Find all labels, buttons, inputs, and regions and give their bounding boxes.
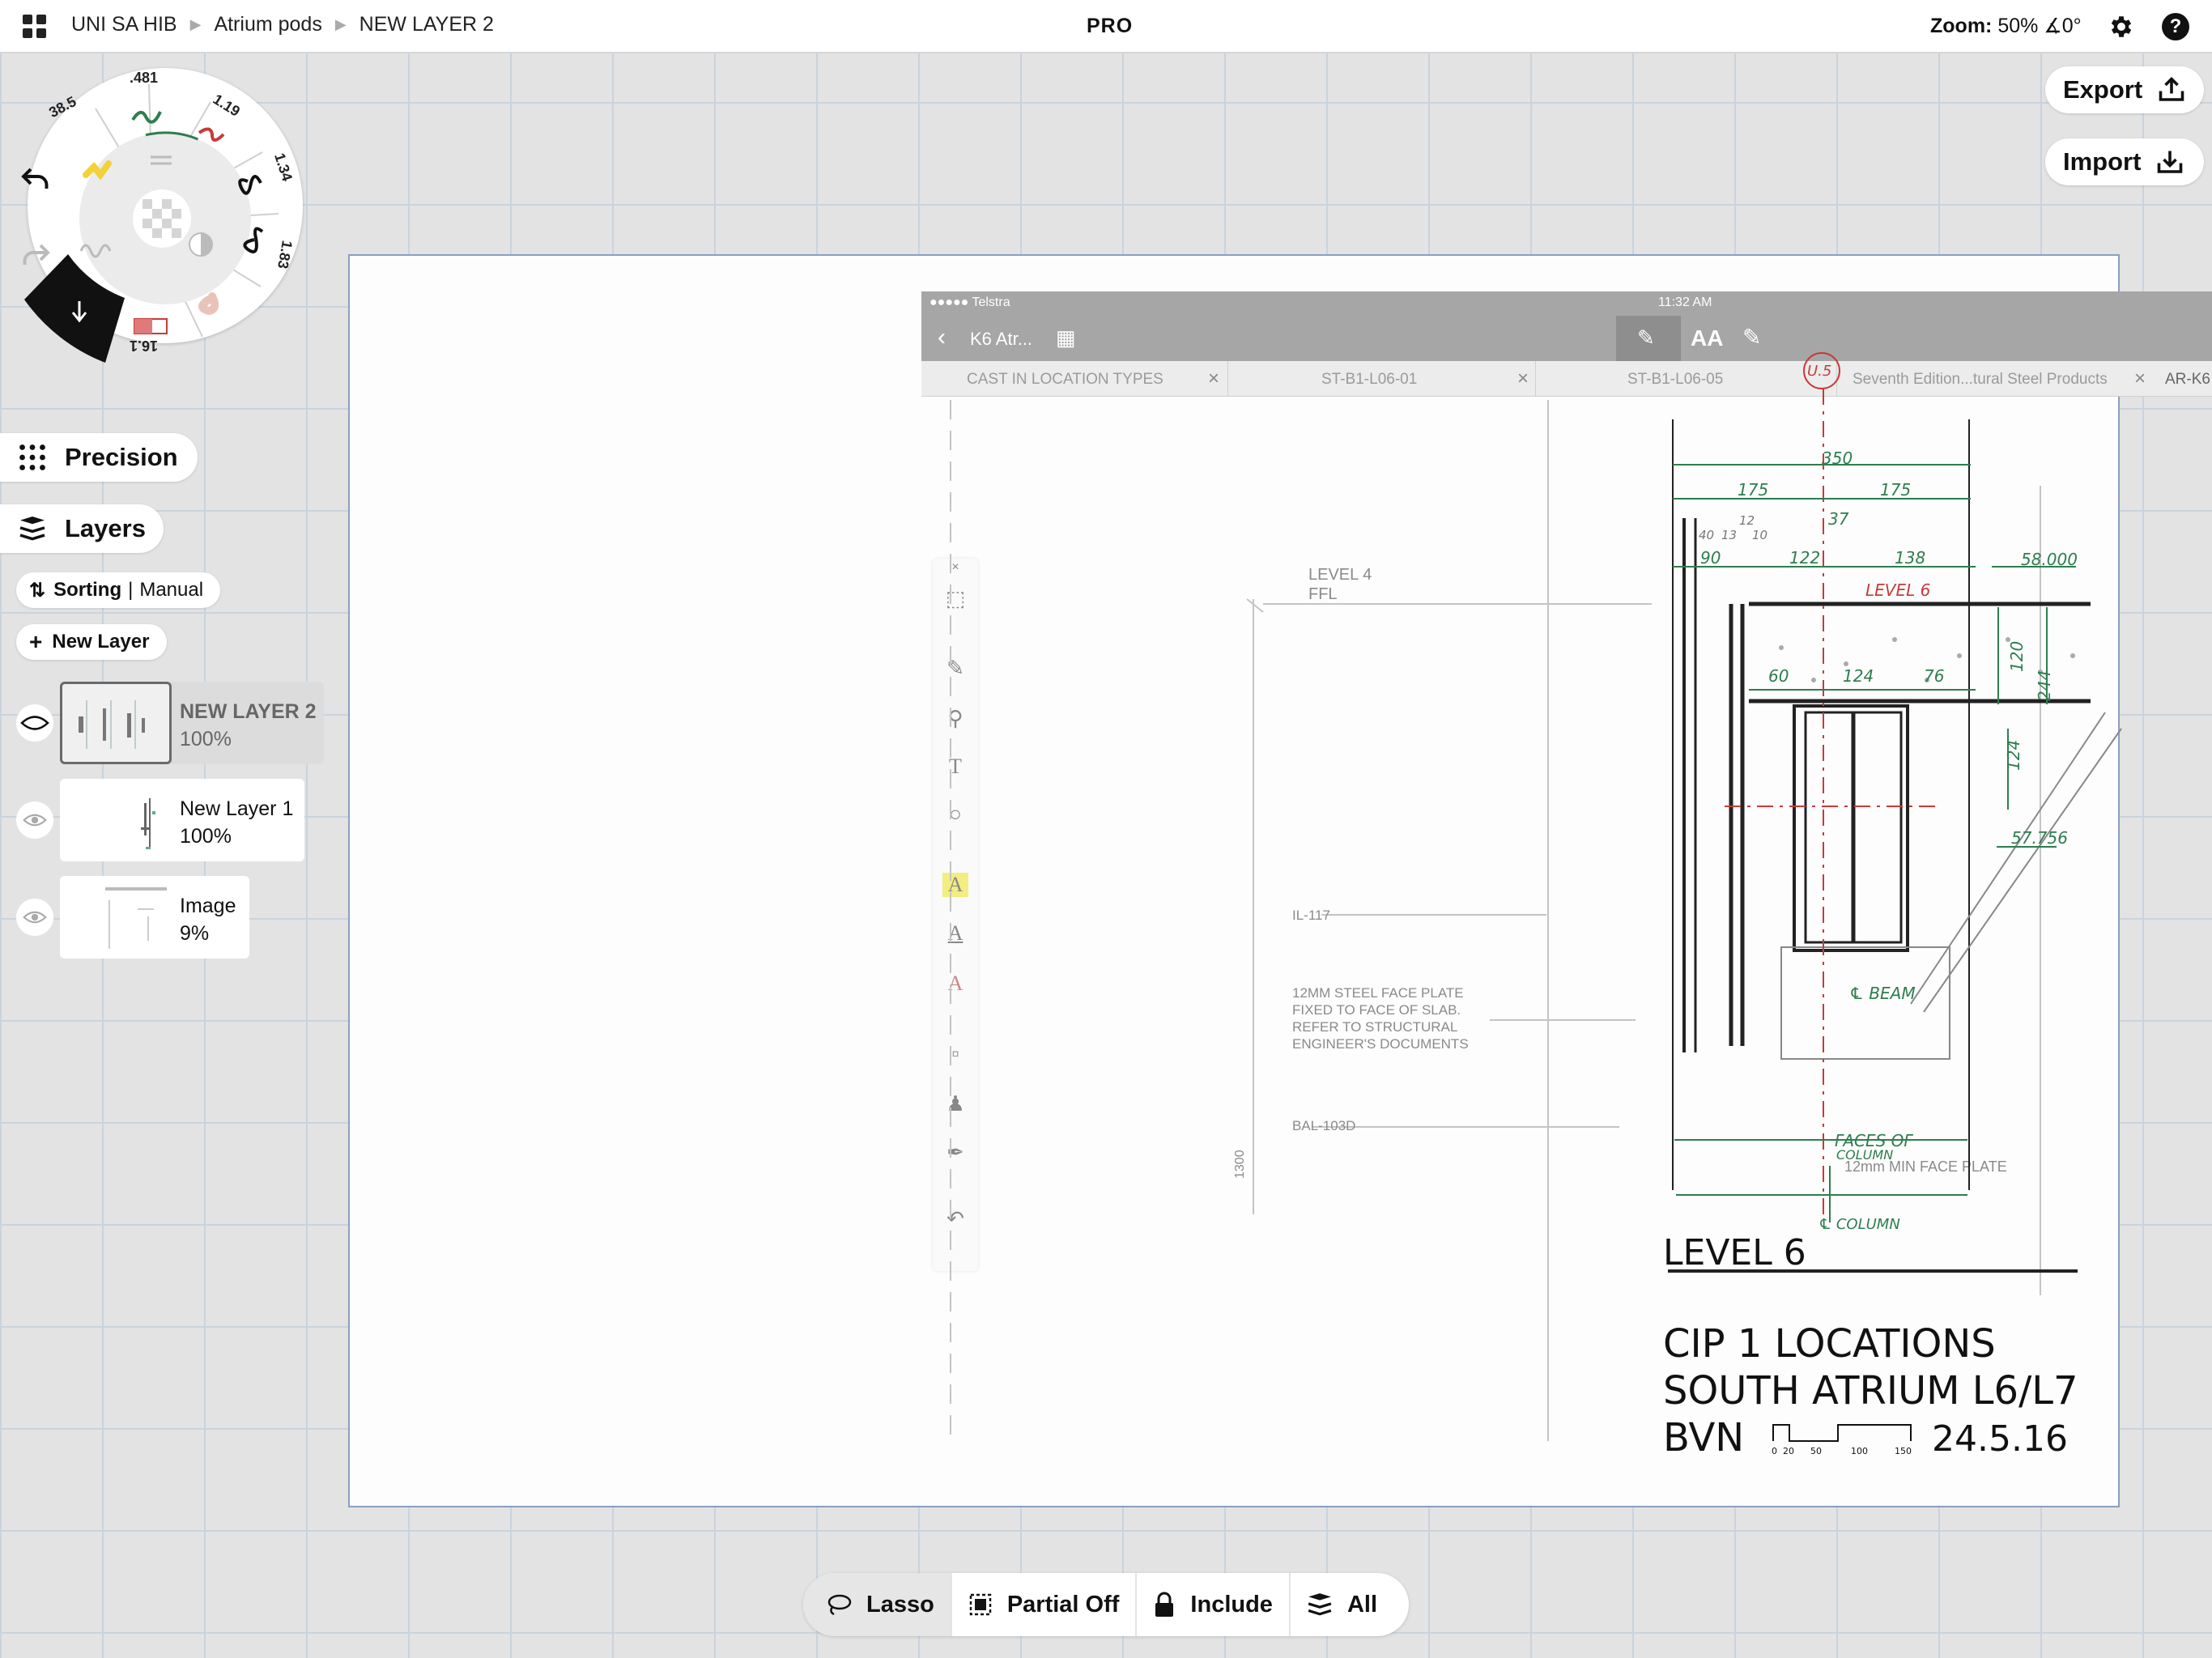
annotation-level4: LEVEL 4	[1308, 566, 1372, 584]
include-button[interactable]: Include	[1137, 1573, 1291, 1636]
scale-tick: 0	[1772, 1446, 1777, 1456]
label-faces2: COLUMN	[1836, 1147, 1893, 1163]
dim-175b: 175	[1880, 480, 1911, 500]
level6-red: LEVEL 6	[1865, 580, 1930, 600]
lasso-icon	[827, 1594, 852, 1616]
dim-122: 122	[1789, 548, 1820, 568]
partial-select-icon	[969, 1593, 992, 1616]
partial-button[interactable]: Partial Off	[952, 1573, 1138, 1636]
dim-120: 120	[2007, 641, 2027, 672]
label-ccol: ℄ COLUMN	[1819, 1216, 1900, 1233]
dim-13: 13	[1721, 528, 1737, 542]
annotation-il117: IL-117	[1292, 908, 1330, 923]
dim-138: 138	[1895, 548, 1925, 568]
annotation-ffl: FFL	[1308, 585, 1338, 603]
dim-244: 244	[2035, 670, 2054, 701]
scale-tick: 50	[1810, 1446, 1822, 1456]
dim-60: 60	[1768, 666, 1789, 686]
dim-124a: 124	[1843, 666, 1874, 686]
dim-58000: 58.000	[2021, 550, 2078, 569]
dim-175a: 175	[1738, 480, 1768, 500]
annotation-note3: REFER TO STRUCTURAL	[1292, 1019, 1457, 1035]
dim-10: 10	[1752, 528, 1767, 542]
dim-37: 37	[1828, 509, 1849, 529]
title-line3-author: BVN	[1663, 1415, 1744, 1460]
title-line1: CIP 1 LOCATIONS	[1663, 1321, 1996, 1367]
annotation-1300: 1300	[1233, 1150, 1247, 1179]
include-label: Include	[1190, 1591, 1273, 1618]
dim-57756: 57.756	[2011, 828, 2068, 848]
dim-40: 40	[1699, 528, 1714, 542]
selection-toolbar: Lasso Partial Off Include All	[803, 1573, 1409, 1636]
dim-124b: 124	[2004, 740, 2023, 771]
annotation-note2: FIXED TO FACE OF SLAB.	[1292, 1002, 1461, 1018]
layers-icon	[1308, 1593, 1332, 1616]
grid-bubble: U.5	[1807, 363, 1831, 380]
title-line2: SOUTH ATRIUM L6/L7	[1663, 1368, 2078, 1414]
annotation-note1: 12MM STEEL FACE PLATE	[1292, 985, 1464, 1001]
partial-label: Partial Off	[1006, 1591, 1120, 1618]
all-label: All	[1346, 1591, 1377, 1618]
level6-title: LEVEL 6	[1663, 1232, 1806, 1273]
title-line3-date: 24.5.16	[1932, 1418, 2068, 1460]
dim-12: 12	[1739, 513, 1755, 528]
dim-90: 90	[1700, 548, 1721, 568]
lock-icon	[1155, 1592, 1174, 1617]
dim-76: 76	[1924, 666, 1944, 686]
annotation-bal: BAL-103D	[1292, 1118, 1355, 1133]
scale-tick: 150	[1895, 1446, 1912, 1456]
lasso-label: Lasso	[866, 1591, 934, 1618]
scale-tick: 20	[1783, 1446, 1794, 1456]
label-cbeam: ℄ BEAM	[1849, 984, 1916, 1003]
scale-bar	[1772, 1424, 1912, 1442]
all-layers-button[interactable]: All	[1291, 1573, 1393, 1636]
scale-tick: 100	[1851, 1446, 1868, 1456]
annotation-note4: ENGINEER'S DOCUMENTS	[1292, 1036, 1469, 1052]
dim-350: 350	[1822, 449, 1853, 468]
lasso-button[interactable]: Lasso	[803, 1573, 952, 1636]
drawing-overlay: LEVEL 4 FFL IL-117 12MM STEEL FACE PLATE…	[950, 352, 2122, 1460]
